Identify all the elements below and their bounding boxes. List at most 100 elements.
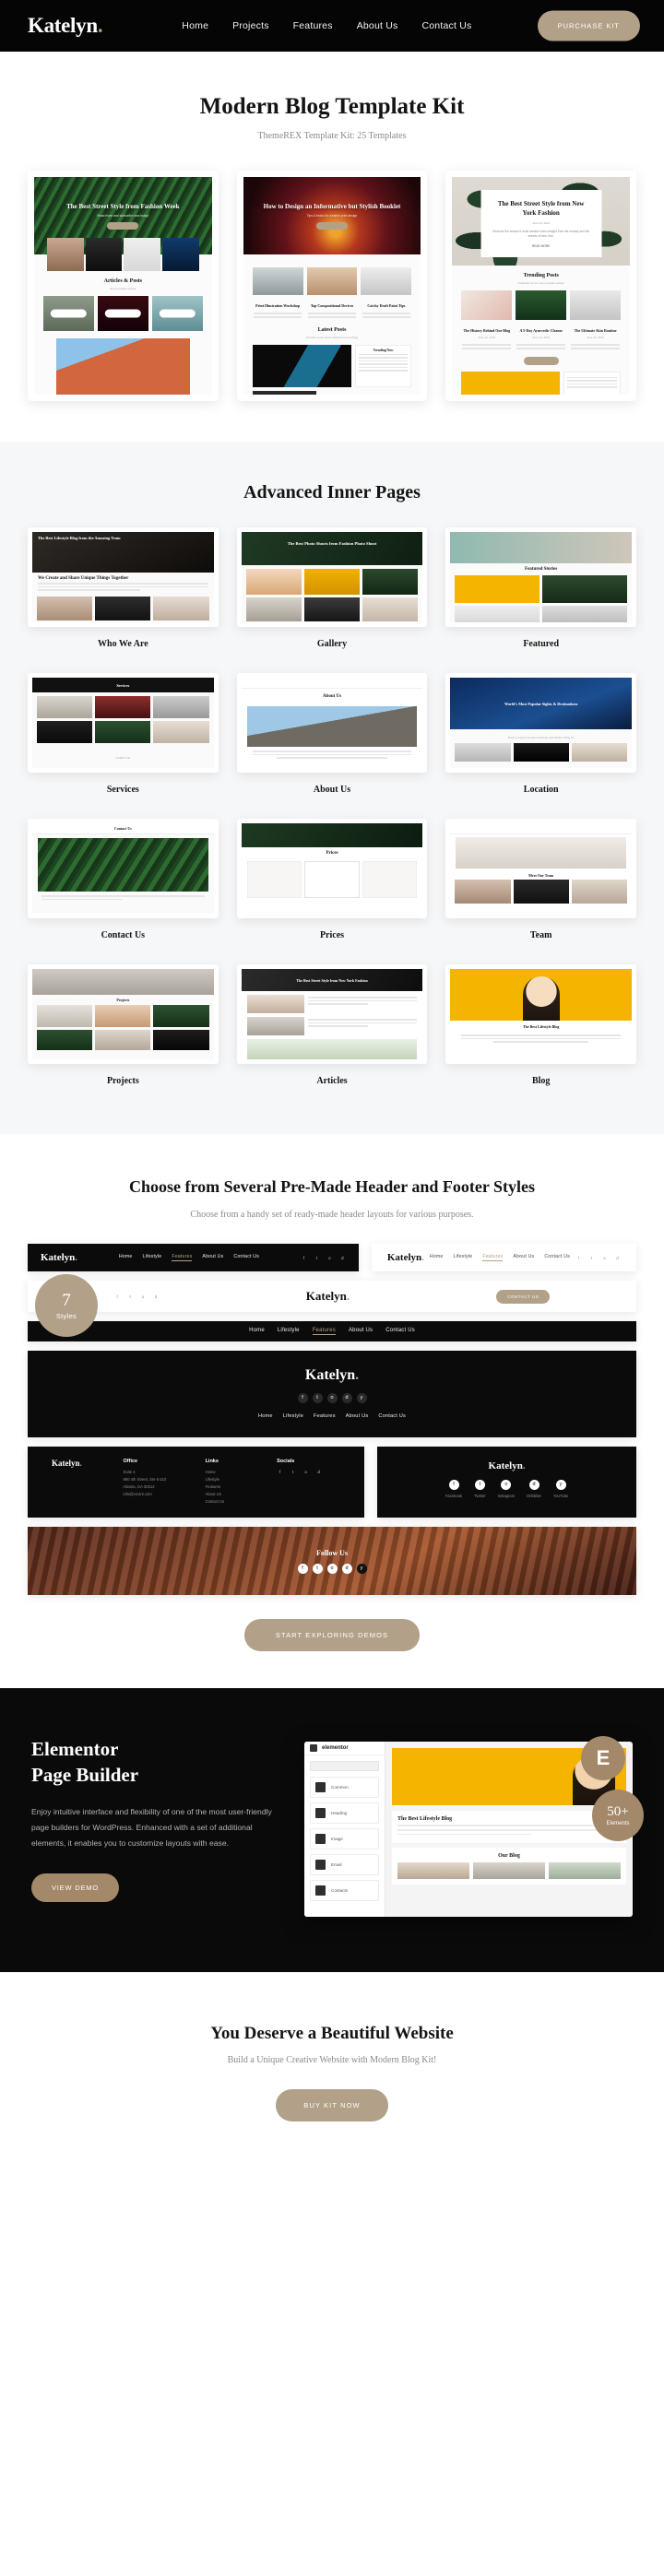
menu-icon[interactable] [310, 1744, 317, 1753]
facebook-icon[interactable]: f [114, 1294, 121, 1300]
inner-page-cell[interactable]: Contact Us Contact Us [28, 819, 219, 940]
nav-item-projects[interactable]: Projects [232, 20, 269, 31]
variant-nav-home[interactable]: Home [119, 1254, 133, 1261]
instagram-icon[interactable]: o [326, 1393, 338, 1404]
inner-page-cell[interactable]: The Best Photo Shoots from Fashion Photo… [236, 527, 428, 649]
widget-item-contacts[interactable]: Contacts [310, 1880, 379, 1902]
nav-item-about-us[interactable]: About Us [357, 20, 398, 31]
footer-link[interactable]: Features [206, 1483, 259, 1491]
nav-item-features[interactable]: Features [293, 20, 333, 31]
dribbble-icon[interactable]: d [153, 1294, 160, 1300]
variant-nav-home[interactable]: Home [249, 1328, 265, 1335]
inner-page-cell[interactable]: The Best Lifestyle Blog from the Amazing… [28, 527, 219, 649]
widget-item-heading[interactable]: Heading [310, 1802, 379, 1825]
header-variant-dark[interactable]: Katelyn. Home Lifestyle Features About U… [28, 1244, 359, 1272]
start-exploring-demos-button[interactable]: START EXPLORING DEMOS [243, 1619, 421, 1652]
shot-nav-title: Services [116, 682, 130, 688]
twitter-icon[interactable]: t [127, 1294, 134, 1300]
footer-variant-columns[interactable]: Katelyn. Office Suite 4 880 4th Street, … [28, 1447, 365, 1518]
footer-link[interactable]: Home [206, 1469, 259, 1476]
nav-item-home[interactable]: Home [182, 20, 208, 31]
site-logo[interactable]: Katelyn. [28, 14, 103, 38]
facebook-icon[interactable]: f [575, 1255, 582, 1261]
header-variant-navbar[interactable]: Home Lifestyle Features About Us Contact… [28, 1321, 636, 1342]
twitter-icon[interactable]: t [290, 1469, 296, 1475]
nav-item-contact-us[interactable]: Contact Us [421, 20, 471, 31]
instagram-icon[interactable]: o [326, 1255, 333, 1261]
social-facebook[interactable]: f Facebook [445, 1480, 462, 1500]
header-variant-stacked[interactable]: Katelyn. f t o d y Home Lifestyle Featur… [28, 1351, 636, 1438]
variant-nav-about-us[interactable]: About Us [346, 1413, 369, 1419]
variant-nav-home[interactable]: Home [258, 1413, 273, 1419]
variant-nav-about-us[interactable]: About Us [513, 1254, 534, 1261]
inner-page-cell[interactable]: Meet Our Team Team [445, 819, 637, 940]
variant-nav-about-us[interactable]: About Us [349, 1328, 373, 1335]
variant-nav-features[interactable]: Features [314, 1413, 336, 1419]
variant-nav-lifestyle[interactable]: Lifestyle [453, 1254, 472, 1261]
widget-item-email[interactable]: Email [310, 1854, 379, 1876]
variant-nav-lifestyle[interactable]: Lifestyle [278, 1328, 300, 1335]
inner-page-cell[interactable]: About Us About Us [236, 673, 428, 795]
instagram-icon[interactable]: o [601, 1255, 608, 1261]
variant-nav-lifestyle[interactable]: Lifestyle [283, 1413, 303, 1419]
dribbble-icon[interactable]: d [341, 1393, 352, 1404]
instagram-icon[interactable]: o [302, 1469, 309, 1475]
inner-page-cell[interactable]: Prices Prices [236, 819, 428, 940]
footer-link[interactable]: Lifestyle [206, 1476, 259, 1483]
header-variant-light[interactable]: Katelyn. Home Lifestyle Features About U… [371, 1244, 636, 1272]
dribbble-icon[interactable]: d [614, 1255, 621, 1261]
social-instagram[interactable]: o Instagram [498, 1480, 515, 1500]
youtube-icon[interactable]: y [356, 1393, 367, 1404]
variant-nav-lifestyle[interactable]: Lifestyle [143, 1254, 162, 1261]
header-variant-centered[interactable]: f t o d Katelyn. CONTACT US [28, 1281, 636, 1313]
inner-page-cell[interactable]: The Best Street Style from New York Fash… [236, 964, 428, 1086]
footer-line[interactable]: info@envint.com [124, 1491, 187, 1498]
twitter-icon[interactable]: t [312, 1563, 323, 1574]
inner-page-cell[interactable]: Services LIFESTYLE Services [28, 673, 219, 795]
variant-nav-contact-us[interactable]: Contact Us [544, 1254, 570, 1261]
footer-link[interactable]: About Us [206, 1491, 259, 1498]
facebook-icon[interactable]: f [277, 1469, 283, 1475]
footer-variant-socials[interactable]: Katelyn. f Facebook t Twitter o Instagram d… [377, 1447, 636, 1518]
inner-page-cell[interactable]: Projects Projects [28, 964, 219, 1086]
variant-contact-button[interactable]: CONTACT US [496, 1289, 551, 1304]
variant-nav-contact-us[interactable]: Contact Us [385, 1328, 415, 1335]
dribbble-icon[interactable]: d [315, 1469, 322, 1475]
instagram-icon[interactable]: o [140, 1294, 147, 1300]
variant-nav-contact-us[interactable]: Contact Us [378, 1413, 406, 1419]
facebook-icon[interactable]: f [297, 1563, 308, 1574]
purchase-kit-button[interactable]: PURCHASE KIT [537, 10, 640, 41]
variant-nav-features[interactable]: Features [482, 1254, 504, 1262]
instagram-icon[interactable]: o [326, 1563, 338, 1574]
widget-item-image[interactable]: Image [310, 1828, 379, 1850]
variant-nav-features[interactable]: Features [312, 1328, 336, 1336]
social-youtube[interactable]: y YouTube [553, 1480, 568, 1500]
thumb [162, 238, 199, 271]
variant-nav-home[interactable]: Home [430, 1254, 444, 1261]
twitter-icon[interactable]: t [314, 1255, 320, 1261]
inner-page-cell[interactable]: Featured Stories Featured [445, 527, 637, 649]
twitter-icon[interactable]: t [312, 1393, 323, 1404]
footer-variant-follow[interactable]: Follow Us f t o d y [28, 1527, 636, 1596]
widget-item-common[interactable]: Common [310, 1777, 379, 1799]
inner-page-cell[interactable]: World's Most Popular Sights & Destinatio… [445, 673, 637, 795]
variant-nav-contact-us[interactable]: Contact Us [233, 1254, 259, 1261]
demo-card[interactable]: The Best Street Style from Fashion Week … [28, 171, 219, 401]
footer-link[interactable]: Contact Us [206, 1498, 259, 1506]
view-demo-button[interactable]: VIEW DEMO [31, 1873, 119, 1903]
inner-page-cell[interactable]: The Best Lifestyle Blog Blog [445, 964, 637, 1086]
twitter-icon[interactable]: t [588, 1255, 595, 1261]
dribbble-icon[interactable]: d [341, 1563, 352, 1574]
social-dribbble[interactable]: d Dribbble [527, 1480, 541, 1500]
facebook-icon[interactable]: f [297, 1393, 308, 1404]
widget-search-input[interactable] [310, 1761, 379, 1772]
variant-nav-about-us[interactable]: About Us [202, 1254, 223, 1261]
demo-card[interactable]: How to Design an Informative but Stylish… [236, 171, 428, 401]
variant-nav-features[interactable]: Features [172, 1254, 193, 1262]
demo-card[interactable]: The Best Street Style from New York Fash… [445, 171, 637, 401]
social-twitter[interactable]: t Twitter [474, 1480, 486, 1500]
buy-kit-now-button[interactable]: BUY KIT NOW [276, 2089, 388, 2122]
facebook-icon[interactable]: f [301, 1255, 307, 1261]
dribbble-icon[interactable]: d [339, 1255, 346, 1261]
youtube-icon[interactable]: y [356, 1563, 367, 1574]
